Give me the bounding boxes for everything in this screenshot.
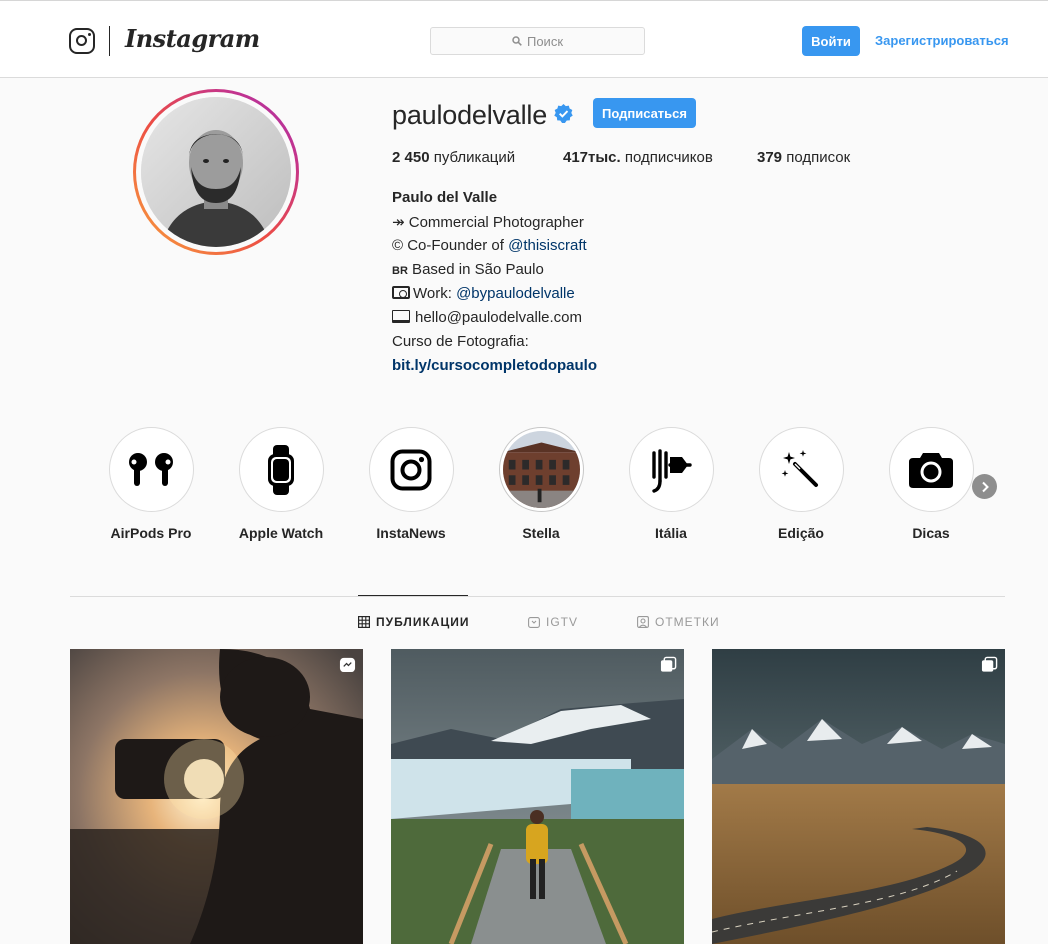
bio-email-text: hello@paulodelvalle.com bbox=[415, 309, 582, 326]
bio-line-location: BR Based in São Paulo bbox=[392, 261, 544, 278]
post-photo-photographer-silhouette bbox=[70, 649, 363, 944]
stat-followers-label: подписчиков bbox=[624, 149, 713, 166]
login-button[interactable]: Войти bbox=[802, 26, 860, 56]
signup-link[interactable]: Зарегистрироваться bbox=[875, 33, 1009, 48]
highlight-airpods-pro[interactable]: AirPods Pro bbox=[96, 427, 206, 541]
tagged-icon bbox=[637, 616, 649, 628]
instagram-wordmark[interactable]: Instagram bbox=[125, 24, 260, 53]
bio-line-cofounder: © Co-Founder of @thisiscraft bbox=[392, 237, 587, 254]
top-navigation-bar: Instagram Поиск Войти Зарегистрироваться bbox=[0, 0, 1048, 78]
highlight-instanews[interactable]: InstaNews bbox=[356, 427, 466, 541]
follow-button[interactable]: Подписаться bbox=[593, 98, 696, 128]
post-thumbnail[interactable] bbox=[391, 649, 684, 944]
highlight-italia[interactable]: Itália bbox=[616, 427, 726, 541]
instagram-icon bbox=[390, 449, 432, 490]
bio-mention-bypaulodelvalle[interactable]: @bypaulodelvalle bbox=[456, 285, 575, 302]
highlight-dicas[interactable]: Dicas bbox=[876, 427, 986, 541]
highlight-label: Dicas bbox=[912, 525, 950, 541]
italia-icon bbox=[652, 448, 692, 493]
tab-publications[interactable]: ПУБЛИКАЦИИ bbox=[358, 615, 469, 629]
instagram-logo-icon[interactable] bbox=[69, 28, 95, 54]
laptop-emoji-icon bbox=[392, 310, 410, 323]
magic-wand-icon bbox=[781, 449, 818, 487]
highlight-label: AirPods Pro bbox=[110, 525, 192, 541]
tab-label: IGTV bbox=[546, 615, 579, 629]
stat-following-value: 379 bbox=[757, 149, 783, 166]
airpods-icon bbox=[129, 452, 173, 486]
logo-divider bbox=[109, 26, 110, 56]
post-thumbnail[interactable] bbox=[70, 649, 363, 944]
stat-followers-value: 417тыс. bbox=[563, 149, 621, 166]
tab-label: ОТМЕТКИ bbox=[655, 615, 720, 629]
profile-username: paulodelvalle bbox=[392, 100, 548, 130]
br-flag-icon: BR bbox=[392, 265, 408, 277]
apple-watch-icon bbox=[268, 444, 294, 495]
search-icon bbox=[512, 36, 522, 46]
stat-followers[interactable]: 417тыс. подписчиков bbox=[563, 149, 713, 166]
chevron-right-icon bbox=[981, 481, 989, 492]
bio-external-link[interactable]: bit.ly/cursocompletodopaulo bbox=[392, 357, 597, 374]
highlight-label: Itália bbox=[655, 525, 687, 541]
highlight-label: Apple Watch bbox=[238, 525, 324, 541]
camera-emoji-icon bbox=[392, 286, 410, 299]
building-photo bbox=[502, 431, 580, 508]
avatar-photo bbox=[141, 97, 291, 247]
post-thumbnail[interactable] bbox=[712, 649, 1005, 944]
carousel-icon bbox=[660, 656, 677, 672]
stat-posts-label: публикаций bbox=[433, 149, 516, 166]
post-photo-glacier-walkway bbox=[391, 649, 684, 944]
highlight-edicao[interactable]: Edição bbox=[746, 427, 856, 541]
stat-following[interactable]: 379 подписок bbox=[757, 149, 850, 166]
bio-work-text: Work: bbox=[413, 285, 457, 302]
tab-label: ПУБЛИКАЦИИ bbox=[376, 615, 470, 629]
post-photo-mountain-road bbox=[712, 649, 1005, 944]
bio-cofounder-text: © Co-Founder of bbox=[392, 237, 509, 254]
grid-icon bbox=[358, 616, 370, 628]
profile-full-name: Paulo del Valle bbox=[392, 189, 498, 206]
bio-line-email: hello@paulodelvalle.com bbox=[392, 309, 582, 326]
carousel-icon bbox=[981, 656, 998, 672]
highlights-next-button[interactable] bbox=[972, 474, 997, 499]
camera-icon bbox=[909, 452, 953, 488]
tabs-divider bbox=[70, 596, 1005, 597]
bio-line-work: Work: @bypaulodelvalle bbox=[392, 285, 575, 302]
highlight-label: Edição bbox=[778, 525, 824, 541]
tab-igtv[interactable]: IGTV bbox=[528, 615, 578, 629]
search-placeholder: Поиск bbox=[526, 33, 564, 49]
stat-posts: 2 450 публикаций bbox=[392, 149, 515, 166]
verified-badge-icon bbox=[554, 104, 573, 123]
highlight-label: InstaNews bbox=[376, 525, 446, 541]
profile-avatar[interactable] bbox=[133, 89, 299, 255]
bio-location-text: Based in São Paulo bbox=[407, 261, 544, 278]
bio-mention-thisiscraft[interactable]: @thisiscraft bbox=[508, 237, 587, 254]
highlight-label: Stella bbox=[522, 525, 560, 541]
bio-line-course: Curso de Fotografia: bbox=[392, 333, 529, 350]
search-input[interactable]: Поиск bbox=[430, 27, 645, 55]
tab-tagged[interactable]: ОТМЕТКИ bbox=[637, 615, 720, 629]
stat-posts-value: 2 450 bbox=[392, 149, 430, 166]
stat-following-label: подписок bbox=[786, 149, 851, 166]
highlight-stella[interactable]: Stella bbox=[486, 427, 596, 541]
igtv-icon bbox=[339, 657, 356, 673]
igtv-icon bbox=[528, 617, 540, 628]
bio-line-occupation: ↠ Commercial Photographer bbox=[392, 214, 584, 231]
active-tab-indicator bbox=[358, 595, 468, 596]
highlight-apple-watch[interactable]: Apple Watch bbox=[226, 427, 336, 541]
